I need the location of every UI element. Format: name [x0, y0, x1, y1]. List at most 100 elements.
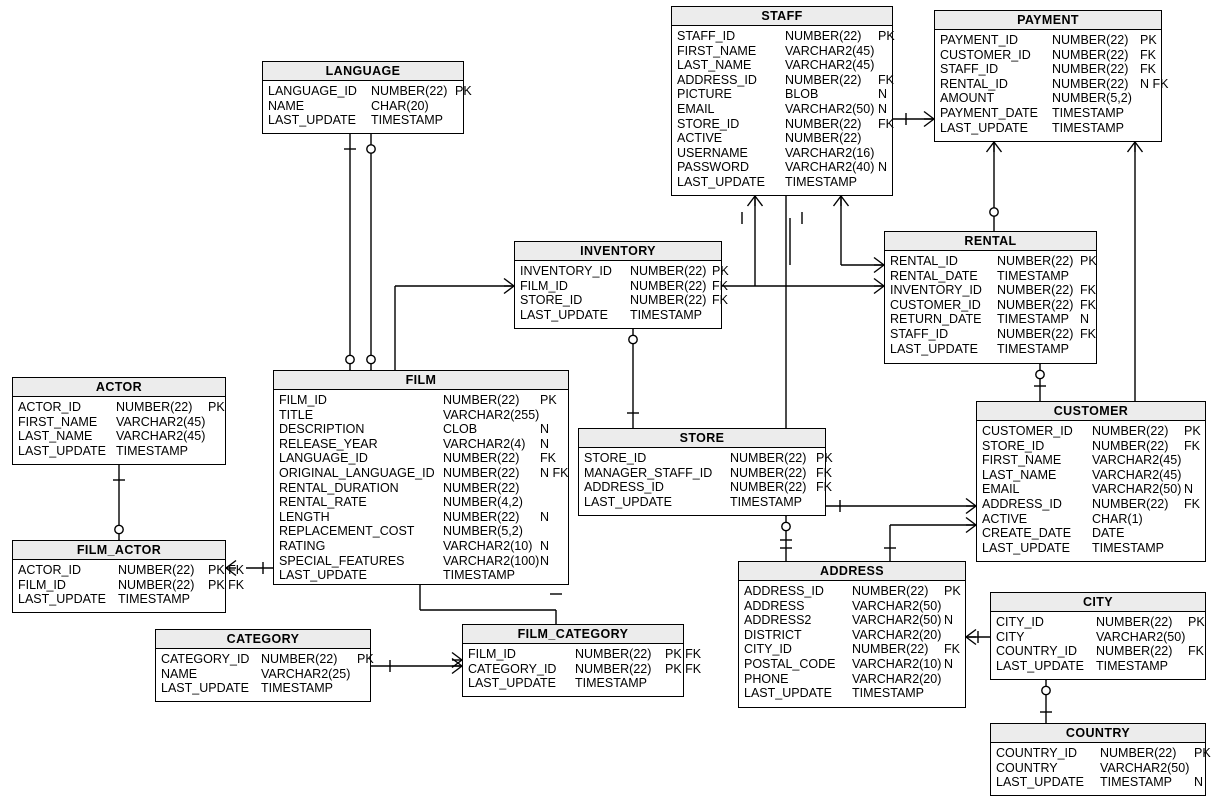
attribute-row: LAST_UPDATE TIMESTAMP [584, 495, 820, 510]
entity-inventory[interactable]: INVENTORY INVENTORY_ID NUMBER(22) PK FILM_ID… [514, 241, 729, 329]
attribute-type: TIMESTAMP [997, 268, 1069, 283]
entity-customer[interactable]: CUSTOMER CUSTOMER_ID NUMBER(22) PK STORE_ID N… [976, 401, 1206, 562]
attribute-type: VARCHAR2(255) [443, 407, 540, 422]
attribute-key-flag: N [878, 87, 888, 102]
attribute-row: LAST_UPDATE TIMESTAMP [677, 175, 887, 190]
attribute-type: TIMESTAMP [443, 568, 515, 583]
attribute-row: REPLACEMENT_COST NUMBER(5,2) [279, 524, 563, 539]
attribute-row: FILM_ID NUMBER(22) PK [279, 393, 563, 408]
attribute-row: RELEASE_YEAR VARCHAR2(4) N [279, 437, 563, 452]
attribute-row: ACTIVE CHAR(1) [982, 512, 1200, 527]
attribute-key-flag: N [540, 538, 550, 553]
entity-film_category[interactable]: FILM_CATEGORY FILM_ID NUMBER(22) PK FK CATEG… [462, 624, 701, 697]
attribute-type: NUMBER(22) [371, 84, 448, 98]
attribute-type: NUMBER(22) [1092, 496, 1169, 511]
entity-attributes-actor: ACTOR_ID NUMBER(22) PK FIRST_NAME VARCHAR2(4… [13, 397, 225, 462]
attribute-row: LAST_UPDATE TIMESTAMP [468, 676, 678, 691]
attribute-type: NUMBER(4,2) [443, 495, 523, 510]
attribute-name: CITY_ID [744, 642, 792, 657]
attribute-name: ADDRESS_ID [982, 496, 1062, 511]
entity-rental[interactable]: RENTAL RENTAL_ID NUMBER(22) PK RENTAL_DATE TI… [884, 231, 1097, 364]
attribute-type: VARCHAR2(45) [1092, 467, 1182, 482]
entity-store[interactable]: STORE STORE_ID NUMBER(22) PK MANAGER_STAFF_I… [578, 428, 833, 516]
attribute-type: NUMBER(22) [443, 393, 520, 407]
attribute-name: REPLACEMENT_COST [279, 524, 415, 539]
entity-category[interactable]: CATEGORY CATEGORY_ID NUMBER(22) PK NAME VARCH… [155, 629, 374, 702]
attribute-name: LAST_UPDATE [744, 686, 832, 701]
entity-payment[interactable]: PAYMENT PAYMENT_ID NUMBER(22) PK CUSTOMER_ID… [934, 10, 1168, 142]
attribute-key-flag: PK [357, 652, 374, 666]
attribute-type: NUMBER(22) [630, 264, 707, 278]
entity-staff[interactable]: STAFF STAFF_ID NUMBER(22) PK FIRST_NAME VARCH… [671, 6, 895, 196]
entity-attributes-city: CITY_ID NUMBER(22) PK CITY VARCHAR2(50) COUNT… [991, 612, 1205, 677]
attribute-key-flag: PK [1080, 254, 1097, 268]
entity-attributes-payment: PAYMENT_ID NUMBER(22) PK CUSTOMER_ID NUMBER(… [935, 30, 1168, 139]
entity-attributes-country: COUNTRY_ID NUMBER(22) PK COUNTRY VARCHAR2(50… [991, 743, 1211, 794]
attribute-name: NAME [161, 666, 198, 681]
entity-address[interactable]: ADDRESS ADDRESS_ID NUMBER(22) PK ADDRESS VARC… [738, 561, 966, 708]
attribute-type: VARCHAR2(45) [116, 414, 206, 429]
attribute-type: NUMBER(22) [1052, 62, 1129, 77]
attribute-key-flag: PK FK [208, 577, 245, 592]
entity-film_actor[interactable]: FILM_ACTOR ACTOR_ID NUMBER(22) PK FK FILM_ID… [12, 540, 244, 613]
attribute-type: NUMBER(5,2) [443, 524, 523, 539]
attribute-type: TIMESTAMP [852, 686, 924, 701]
attribute-name: RENTAL_ID [890, 254, 958, 268]
attribute-name: FIRST_NAME [982, 453, 1062, 468]
attribute-type: NUMBER(22) [852, 642, 929, 657]
attribute-type: VARCHAR2(50) [1092, 482, 1182, 497]
attribute-name: INVENTORY_ID [890, 283, 982, 298]
attribute-type: NUMBER(22) [630, 293, 707, 308]
attribute-type: VARCHAR2(50) [1096, 629, 1186, 644]
entity-country[interactable]: COUNTRY COUNTRY_ID NUMBER(22) PK COUNTRY VARC… [990, 723, 1211, 796]
entity-attributes-category: CATEGORY_ID NUMBER(22) PK NAME VARCHAR2(25) L… [156, 649, 374, 700]
attribute-row: LAST_UPDATE TIMESTAMP [268, 113, 458, 128]
entity-film[interactable]: FILM FILM_ID NUMBER(22) PK TITLE VARCHAR2(255… [273, 370, 569, 585]
entity-title-store: STORE [579, 429, 825, 448]
attribute-row: STORE_ID NUMBER(22) PK [584, 451, 833, 466]
attribute-name: COUNTRY_ID [996, 746, 1078, 760]
attribute-type: NUMBER(22) [1100, 746, 1177, 760]
attribute-name: INVENTORY_ID [520, 264, 612, 278]
attribute-row: STORE_ID NUMBER(22) FK [520, 293, 728, 308]
entity-language[interactable]: LANGUAGE LANGUAGE_ID NUMBER(22) PK NAME CHAR(… [262, 61, 472, 134]
attribute-name: ACTOR_ID [18, 400, 81, 414]
attribute-name: STORE_ID [584, 451, 647, 465]
entity-attributes-address: ADDRESS_ID NUMBER(22) PK ADDRESS VARCHAR2(50… [739, 581, 965, 705]
attribute-row: FIRST_NAME VARCHAR2(45) [982, 453, 1200, 468]
attribute-row: ADDRESS_ID NUMBER(22) FK [982, 497, 1200, 512]
attribute-type: TIMESTAMP [118, 592, 190, 607]
attribute-name: LAST_UPDATE [468, 676, 556, 691]
attribute-name: STORE_ID [982, 438, 1045, 453]
attribute-type: TIMESTAMP [1052, 105, 1124, 120]
attribute-row: LAST_UPDATE TIMESTAMP [520, 308, 716, 323]
attribute-row: FIRST_NAME VARCHAR2(45) [677, 44, 887, 59]
attribute-type: VARCHAR2(45) [785, 58, 875, 73]
attribute-name: ADDRESS [744, 598, 805, 613]
attribute-name: DESCRIPTION [279, 422, 365, 437]
attribute-row: CATEGORY_ID NUMBER(22) PK FK [468, 662, 701, 677]
attribute-name: STORE_ID [520, 293, 583, 308]
attribute-row: STAFF_ID NUMBER(22) PK [677, 29, 895, 44]
attribute-row: ADDRESS2 VARCHAR2(50) N [744, 613, 960, 628]
attribute-row: LAST_UPDATE TIMESTAMP [161, 681, 365, 696]
attribute-type: VARCHAR2(20) [852, 627, 942, 642]
attribute-type: TIMESTAMP [997, 312, 1069, 327]
entity-title-actor: ACTOR [13, 378, 225, 397]
attribute-type: VARCHAR2(4) [443, 436, 526, 451]
attribute-row: CATEGORY_ID NUMBER(22) PK [161, 652, 374, 667]
attribute-type: NUMBER(22) [116, 400, 193, 414]
attribute-name: PAYMENT_ID [940, 33, 1019, 47]
entity-actor[interactable]: ACTOR ACTOR_ID NUMBER(22) PK FIRST_NAME VARCH… [12, 377, 226, 465]
entity-title-film: FILM [274, 371, 568, 390]
attribute-row: PICTURE BLOB N [677, 87, 887, 102]
attribute-name: LAST_UPDATE [584, 494, 672, 509]
attribute-type: VARCHAR2(16) [785, 145, 875, 160]
entity-city[interactable]: CITY CITY_ID NUMBER(22) PK CITY VARCHAR2(50) C… [990, 592, 1206, 680]
attribute-row: LAST_UPDATE TIMESTAMP [18, 592, 220, 607]
attribute-type: NUMBER(22) [1096, 644, 1173, 659]
attribute-key-flag: FK [816, 480, 832, 495]
attribute-row: NAME CHAR(20) [268, 99, 458, 114]
attribute-row: STORE_ID NUMBER(22) FK [982, 439, 1200, 454]
entity-title-language: LANGUAGE [263, 62, 463, 81]
